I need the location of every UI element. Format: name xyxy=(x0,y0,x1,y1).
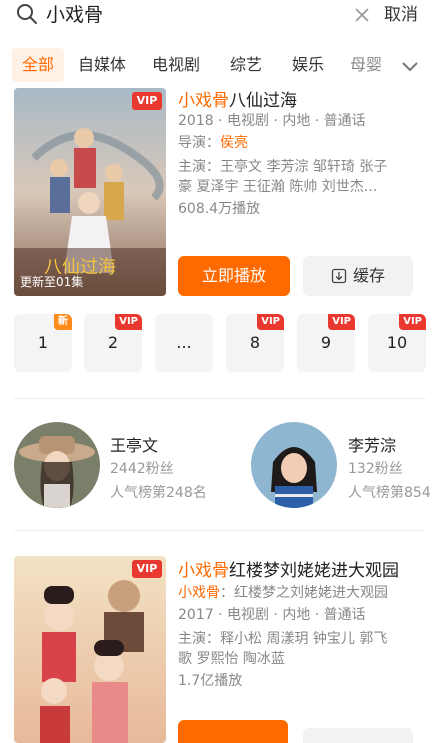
person-fans: 2442粉丝 xyxy=(110,461,174,477)
card-title[interactable]: 小戏骨红楼梦刘姥姥进大观园 xyxy=(178,556,399,581)
cast-line-2: 歌 罗熙怡 陶冰蓝 xyxy=(178,651,285,667)
subtitle-highlight: 小戏骨 xyxy=(178,585,220,601)
clear-icon[interactable] xyxy=(354,7,370,23)
subtitle-rest: ：红楼梦之刘姥姥进大观园 xyxy=(220,585,388,601)
tab-entertainment[interactable]: 娱乐 xyxy=(285,48,331,82)
title-highlight: 小戏骨 xyxy=(178,561,229,581)
tab-parenting[interactable]: 母婴 xyxy=(346,48,386,82)
category-tabs: 全部 自媒体 电视剧 综艺 娱乐 母婴 xyxy=(0,44,440,84)
episode-number: 8 xyxy=(249,333,261,352)
avatar[interactable] xyxy=(251,422,337,508)
cast-line: 主演：王亭文 李芳淙 邹轩琦 张子 xyxy=(178,159,388,175)
title-rest: 八仙过海 xyxy=(229,91,297,111)
cache-button-partial[interactable] xyxy=(303,728,413,743)
title-rest: 红楼梦刘姥姥进大观园 xyxy=(229,561,399,581)
card-title[interactable]: 小戏骨八仙过海 xyxy=(178,86,297,111)
director-line: 导演：侯亮 xyxy=(178,132,248,154)
person-name[interactable]: 王亭文 xyxy=(110,432,158,456)
poster-hongloumeng[interactable]: VIP xyxy=(14,556,166,743)
cache-button[interactable]: 缓存 xyxy=(303,256,413,296)
tab-tv-series[interactable]: 电视剧 xyxy=(150,48,202,82)
tab-we-media[interactable]: 自媒体 xyxy=(76,48,128,82)
episode-item[interactable]: 1 新 xyxy=(14,314,72,372)
person-rank: 人气榜第854 xyxy=(348,485,431,501)
search-input[interactable]: 小戏骨 xyxy=(46,0,103,30)
meta-line: 2017 · 电视剧 · 内地 · 普通话 xyxy=(178,607,366,623)
episode-number: 2 xyxy=(107,333,119,352)
meta-line: 2018 · 电视剧 · 内地 · 普通话 xyxy=(178,113,366,129)
search-icon xyxy=(17,4,37,24)
person-rank: 人气榜第248名 xyxy=(110,485,207,501)
episode-number: 10 xyxy=(386,333,408,352)
divider xyxy=(14,530,426,531)
tab-variety[interactable]: 综艺 xyxy=(222,48,270,82)
vip-badge: VIP xyxy=(399,314,426,330)
cast-line-2: 豪 夏泽宇 王征瀚 陈帅 刘世杰... xyxy=(178,179,378,195)
play-count: 608.4万播放 xyxy=(178,201,261,217)
subtitle-line: 小戏骨：红楼梦之刘姥姥进大观园 xyxy=(178,582,388,604)
episode-more[interactable]: ... xyxy=(155,314,213,372)
vip-badge: VIP xyxy=(115,314,142,330)
cast-line: 主演：释小松 周漾玥 钟宝儿 郭飞 xyxy=(178,631,388,647)
avatar[interactable] xyxy=(14,422,100,508)
chevron-down-icon[interactable] xyxy=(396,52,424,80)
search-bar: 小戏骨 取消 xyxy=(0,0,440,34)
vip-badge: VIP xyxy=(257,314,284,330)
director-label: 导演： xyxy=(178,135,220,151)
avatar-image xyxy=(14,422,100,508)
play-count: 1.7亿播放 xyxy=(178,673,243,689)
episode-item[interactable]: 8 VIP xyxy=(226,314,284,372)
episode-list: 1 新 2 VIP ... 8 VIP 9 VIP 10 VIP xyxy=(14,314,426,372)
play-now-button-partial[interactable] xyxy=(178,720,288,743)
divider xyxy=(14,398,426,399)
poster-image: 八仙过海 xyxy=(14,88,166,296)
person-name[interactable]: 李芳淙 xyxy=(348,432,396,456)
avatar-image xyxy=(251,422,337,508)
download-icon xyxy=(331,268,347,284)
episode-number: 1 xyxy=(37,333,49,352)
episode-number: 9 xyxy=(320,333,332,352)
episode-item[interactable]: 10 VIP xyxy=(368,314,426,372)
vip-badge: VIP xyxy=(328,314,355,330)
poster-baxian[interactable]: 八仙过海 VIP 更新至01集 xyxy=(14,88,166,296)
episode-item[interactable]: 9 VIP xyxy=(297,314,355,372)
vip-badge: VIP xyxy=(132,92,162,110)
cache-label: 缓存 xyxy=(352,266,385,285)
play-now-button[interactable]: 立即播放 xyxy=(178,256,290,296)
title-highlight: 小戏骨 xyxy=(178,91,229,111)
episode-ellipsis: ... xyxy=(176,333,192,352)
vip-badge: VIP xyxy=(132,560,162,578)
tab-all[interactable]: 全部 xyxy=(12,48,64,82)
person-fans: 132粉丝 xyxy=(348,461,403,477)
poster-image xyxy=(14,556,166,743)
cancel-button[interactable]: 取消 xyxy=(384,0,418,30)
episode-item[interactable]: 2 VIP xyxy=(84,314,142,372)
new-badge: 新 xyxy=(54,314,72,330)
episode-update-caption: 更新至01集 xyxy=(20,275,84,289)
director-link[interactable]: 侯亮 xyxy=(220,135,248,151)
